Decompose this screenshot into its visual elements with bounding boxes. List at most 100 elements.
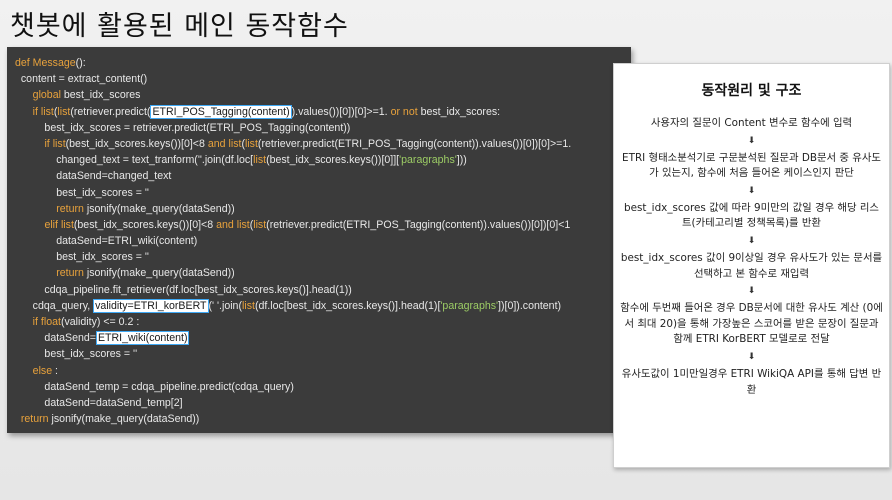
code-lines: def Message(): content = extract_content… <box>15 55 571 427</box>
code-token: list <box>253 154 267 167</box>
code-line: dataSend=ETRI_wiki(content) <box>15 330 571 346</box>
code-token: best_idx_scores = '' <box>15 348 138 361</box>
code-token: list <box>244 137 258 150</box>
code-line: if list(best_idx_scores.keys())[0]<8 and… <box>15 136 571 152</box>
code-token: and <box>207 137 226 150</box>
code-line: cdqa_pipeline.fit_retriever(df.loc[best_… <box>15 282 571 298</box>
code-token: ])[0]).content) <box>498 299 562 312</box>
code-line: if list(list(retriever.predict(ETRI_POS_… <box>15 104 571 120</box>
code-token: cdqa_query, <box>15 299 94 312</box>
info-step: best_idx_scores 값에 따라 9미만의 값일 경우 해당 리스트(… <box>624 201 879 230</box>
code-token: best_idx_scores: <box>417 105 501 118</box>
code-token: float <box>40 316 61 328</box>
code-token: and <box>216 218 234 231</box>
code-token: jsonify(make_query(dataSend)) <box>83 202 235 215</box>
code-token: return <box>56 267 84 280</box>
code-token: dataSend=dataSend_temp[2] <box>15 396 183 409</box>
info-step: 함수에 두번째 들어온 경우 DB문서에 대한 유사도 계산 (0에서 최대 2… <box>620 302 883 346</box>
code-token: (best_idx_scores.keys())[0]<8 <box>73 218 217 231</box>
code-token: ).values())[0])[0]>=1. <box>291 105 391 118</box>
code-line: dataSend=changed_text <box>15 168 571 184</box>
code-token: return <box>20 413 49 426</box>
code-token: dataSend= <box>15 332 96 345</box>
info-steps: 사용자의 질문이 Content 변수로 함수에 입력 ⬇ ETRI 형태소분석기로… <box>620 116 883 398</box>
down-arrow-icon: ⬇ <box>747 235 756 246</box>
code-line: return jsonify(make_query(dataSend)) <box>15 201 571 217</box>
code-token: best_idx_scores <box>60 89 141 102</box>
code-token: list <box>57 105 71 118</box>
code-line: best_idx_scores = '' <box>15 185 571 201</box>
info-step: ETRI 형태소분석기로 구문분석된 질문과 DB문서 중 유사도가 있는지, … <box>622 151 881 180</box>
code-line: if float(validity) <= 0.2 : <box>15 314 571 330</box>
code-token: (retriever.predict( <box>70 105 151 118</box>
info-panel: 동작원리 및 구조 사용자의 질문이 Content 변수로 함수에 입력 ⬇ ET… <box>613 63 890 468</box>
highlighted-code: ETRI_wiki(content) <box>95 331 190 346</box>
code-line: def Message(): <box>15 55 571 71</box>
code-line: return jsonify(make_query(dataSend)) <box>15 411 571 427</box>
code-token: (df.loc[best_idx_scores.keys()].head(1)[ <box>254 299 441 312</box>
code-line: dataSend=dataSend_temp[2] <box>15 395 571 411</box>
highlighted-code: validity=ETRI_korBERT <box>93 298 209 313</box>
code-token: : <box>52 364 58 377</box>
code-token: elif <box>44 218 58 231</box>
code-token: list <box>228 137 242 150</box>
code-line: dataSend=ETRI_wiki(content) <box>15 233 571 249</box>
code-token: dataSend=ETRI_wiki(content) <box>15 235 198 248</box>
code-token: changed_text = text_tranform(''.join(df.… <box>15 154 254 167</box>
code-token: (validity) <= 0.2 : <box>60 316 140 328</box>
code-token: cdqa_pipeline.fit_retriever(df.loc[best_… <box>15 283 352 296</box>
code-line: global best_idx_scores <box>15 87 571 103</box>
code-token: or not <box>390 105 418 118</box>
code-token: (best_idx_scores.keys())[0]<8 <box>65 137 208 150</box>
info-step: best_idx_scores 값이 9이상일 경우 유사도가 있는 문서를 선… <box>620 251 883 280</box>
info-step: 사용자의 질문이 Content 변수로 함수에 입력 <box>650 117 853 129</box>
code-token: list <box>241 299 255 312</box>
down-arrow-icon: ⬇ <box>747 185 756 196</box>
code-token: 'paragraphs' <box>440 299 499 312</box>
code-token: return <box>56 202 84 215</box>
code-token: content = extract_content() <box>15 73 148 86</box>
code-line: dataSend_temp = cdqa_pipeline.predict(cd… <box>15 379 571 395</box>
code-token: list <box>236 218 250 231</box>
down-arrow-icon: ⬇ <box>747 351 756 362</box>
code-line: return jsonify(make_query(dataSend)) <box>15 265 571 281</box>
code-token: (' '.join( <box>208 299 242 312</box>
code-token: best_idx_scores = retriever.predict(ETRI… <box>15 121 351 134</box>
info-step: 유사도값이 1미만일경우 ETRI WikiQA API를 통해 답변 반환 <box>621 367 882 396</box>
code-token: Message <box>32 57 76 69</box>
code-token: list <box>40 105 54 118</box>
code-line: best_idx_scores = '' <box>15 346 571 362</box>
code-token: dataSend=changed_text <box>15 170 172 183</box>
code-token: best_idx_scores = '' <box>15 186 149 199</box>
code-token: else <box>32 364 53 377</box>
code-token: 'paragraphs' <box>399 154 457 167</box>
code-token: list <box>253 218 267 231</box>
code-line: best_idx_scores = '' <box>15 249 571 265</box>
code-line: else : <box>15 363 571 379</box>
code-token: jsonify(make_query(dataSend)) <box>83 267 235 280</box>
code-token: (retriever.predict(ETRI_POS_Tagging(cont… <box>257 137 572 150</box>
code-line: content = extract_content() <box>15 71 571 87</box>
code-token: jsonify(make_query(dataSend)) <box>48 413 200 426</box>
slide-title: 챗봇에 활용된 메인 동작함수 <box>10 11 349 42</box>
code-token: global <box>32 89 61 102</box>
code-token: best_idx_scores = '' <box>15 251 149 264</box>
code-token: def <box>15 57 33 69</box>
code-token: (retriever.predict(ETRI_POS_Tagging(cont… <box>266 218 571 231</box>
code-token: list <box>52 137 66 150</box>
code-line: best_idx_scores = retriever.predict(ETRI… <box>15 120 571 136</box>
code-line: cdqa_query, validity=ETRI_korBERT (' '.jo… <box>15 298 571 314</box>
info-title: 동작원리 및 구조 <box>701 83 802 99</box>
code-token: (): <box>75 57 86 69</box>
code-token: (best_idx_scores.keys())[0]][ <box>266 154 400 167</box>
highlighted-code: ETRI_POS_Tagging(content) <box>150 104 292 119</box>
code-token: dataSend_temp = cdqa_pipeline.predict(cd… <box>15 380 294 393</box>
